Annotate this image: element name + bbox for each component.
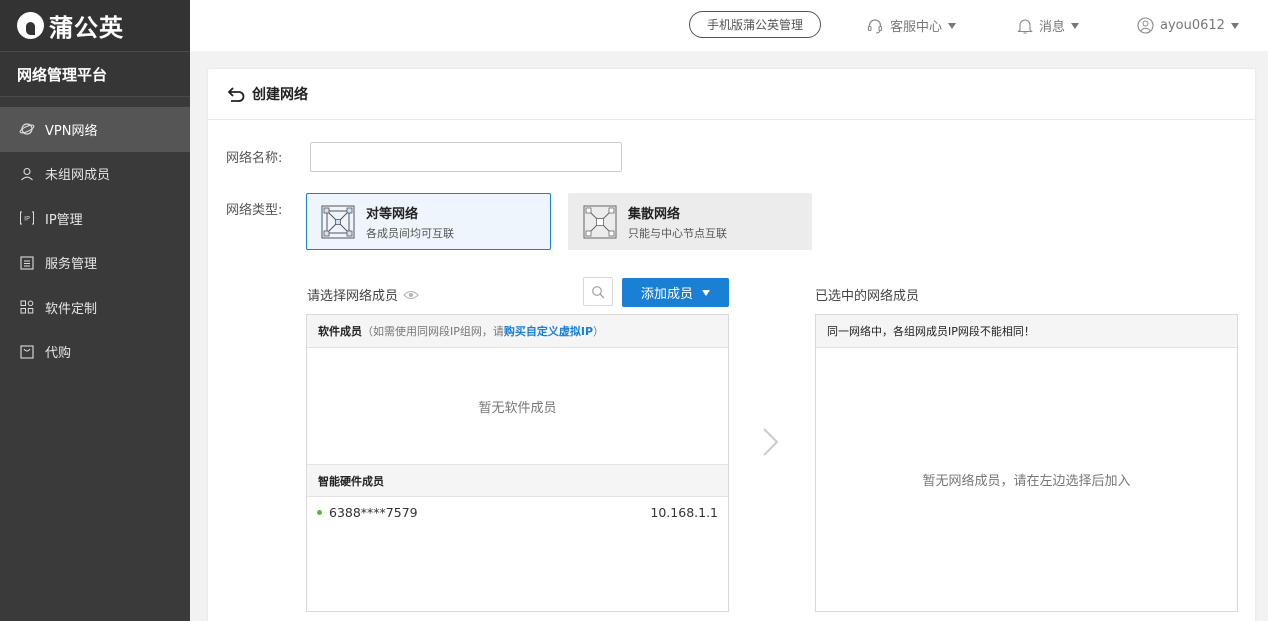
top-bar: 手机版蒲公英管理 客服中心 消息 ayou0612	[190, 0, 1268, 51]
logo[interactable]: 蒲公英	[0, 0, 190, 51]
bag-icon	[19, 344, 35, 360]
selected-panel-header: 同一网络中，各组网成员IP网段不能相同！	[816, 315, 1237, 348]
create-network-card: 创建网络 网络名称: 网络类型: 对等网络 各成员间均可互联 集散网络 只能与中…	[208, 69, 1255, 621]
bell-icon	[1017, 19, 1033, 34]
selected-empty-text: 暂无网络成员，请在左边选择后加入	[922, 474, 1131, 489]
list-item[interactable]: 6388****7579 10.168.1.1	[307, 497, 728, 528]
online-status-dot	[317, 510, 322, 515]
hardware-members-list: 6388****7579 10.168.1.1	[307, 497, 728, 528]
chevron-down-icon	[702, 289, 710, 296]
eye-icon[interactable]	[403, 290, 419, 300]
chevron-down-icon	[1071, 22, 1080, 29]
support-label: 客服中心	[890, 20, 943, 35]
type-title: 对等网络	[366, 206, 419, 222]
back-icon[interactable]	[227, 86, 246, 103]
software-hint-prefix: （如需使用同网段IP组网，请	[362, 325, 504, 338]
software-members-title: 软件成员	[318, 325, 362, 338]
network-name-input[interactable]	[310, 142, 622, 172]
member-ip: 10.168.1.1	[650, 505, 718, 520]
logo-mark-icon	[17, 12, 44, 39]
sidebar-item-custom-software[interactable]: 软件定制	[0, 285, 190, 330]
sidebar-item-service[interactable]: 服务管理	[0, 241, 190, 286]
ip-segment-notice: 同一网络中，各组网成员IP网段不能相同！	[827, 325, 1035, 338]
user-icon	[19, 166, 35, 182]
add-member-label: 添加成员	[640, 287, 693, 302]
network-type-hub[interactable]: 集散网络 只能与中心节点互联	[568, 193, 812, 250]
planet-icon	[19, 121, 35, 137]
avatar-icon	[1137, 17, 1154, 34]
software-empty-text: 暂无软件成员	[478, 400, 557, 416]
chevron-down-icon	[1230, 22, 1239, 29]
platform-title: 网络管理平台	[0, 51, 190, 97]
sidebar-item-label: 未组网成员	[45, 168, 111, 184]
add-member-button[interactable]: 添加成员	[622, 278, 729, 307]
software-members-header: 软件成员 （如需使用同网段IP组网，请 购买自定义虚拟IP ）	[307, 315, 728, 348]
buy-custom-ip-link[interactable]: 购买自定义虚拟IP	[504, 323, 593, 339]
select-members-label: 请选择网络成员	[307, 289, 399, 304]
ip-icon: IP	[19, 210, 35, 226]
messages-label: 消息	[1039, 20, 1066, 35]
sidebar-item-purchase[interactable]: 代购	[0, 330, 190, 375]
list-icon	[19, 255, 35, 271]
search-icon	[592, 285, 605, 298]
support-center-menu[interactable]: 客服中心	[866, 0, 957, 51]
selected-members-list: 暂无网络成员，请在左边选择后加入	[816, 348, 1237, 611]
user-name: ayou0612	[1160, 18, 1225, 33]
search-button[interactable]	[583, 277, 613, 306]
sidebar-nav: VPN网络 未组网成员 IP IP管理 服务管理 软件定制 代购	[0, 107, 190, 374]
available-members-panel: 软件成员 （如需使用同网段IP组网，请 购买自定义虚拟IP ） 暂无软件成员 智…	[306, 314, 729, 612]
sidebar: 蒲公英 网络管理平台 VPN网络 未组网成员 IP IP管理 服务管理 软件定制…	[0, 0, 190, 621]
mesh-network-icon	[321, 205, 355, 238]
sidebar-item-ungrouped[interactable]: 未组网成员	[0, 152, 190, 197]
sidebar-item-ip[interactable]: IP IP管理	[0, 196, 190, 241]
hardware-members-title: 智能硬件成员	[318, 474, 384, 488]
sidebar-item-label: 代购	[45, 346, 72, 362]
selected-members-heading: 已选中的网络成员	[815, 285, 919, 304]
type-desc: 各成员间均可互联	[366, 226, 454, 240]
sidebar-item-label: 服务管理	[45, 257, 98, 273]
select-members-heading: 请选择网络成员	[307, 285, 419, 304]
network-type-label: 网络类型:	[226, 203, 283, 218]
grid-icon	[19, 299, 35, 315]
sidebar-item-label: IP管理	[45, 212, 83, 228]
hardware-members-header: 智能硬件成员	[307, 464, 728, 497]
brand-name: 蒲公英	[49, 14, 124, 42]
software-members-list: 暂无软件成员	[307, 348, 728, 464]
selected-members-panel: 同一网络中，各组网成员IP网段不能相同！ 暂无网络成员，请在左边选择后加入	[815, 314, 1238, 612]
software-hint-suffix: ）	[593, 325, 605, 338]
selected-members-label: 已选中的网络成员	[815, 289, 920, 304]
card-header: 创建网络	[208, 69, 1255, 120]
user-menu[interactable]: ayou0612	[1137, 0, 1239, 51]
type-title: 集散网络	[628, 206, 681, 222]
network-type-peer[interactable]: 对等网络 各成员间均可互联	[306, 193, 551, 250]
sidebar-item-vpn[interactable]: VPN网络	[0, 107, 190, 152]
type-desc: 只能与中心节点互联	[628, 226, 727, 240]
chevron-right-icon[interactable]	[761, 427, 781, 457]
chevron-down-icon	[948, 22, 957, 29]
messages-menu[interactable]: 消息	[1017, 0, 1080, 51]
headset-icon	[867, 18, 883, 33]
mobile-management-button[interactable]: 手机版蒲公英管理	[689, 11, 821, 38]
sidebar-item-label: VPN网络	[45, 123, 98, 139]
member-id: 6388****7579	[329, 505, 418, 520]
network-name-label: 网络名称:	[226, 151, 283, 166]
hub-network-icon	[583, 205, 617, 238]
page-title: 创建网络	[252, 87, 308, 103]
svg-text:IP: IP	[24, 215, 30, 223]
sidebar-item-label: 软件定制	[45, 301, 98, 317]
